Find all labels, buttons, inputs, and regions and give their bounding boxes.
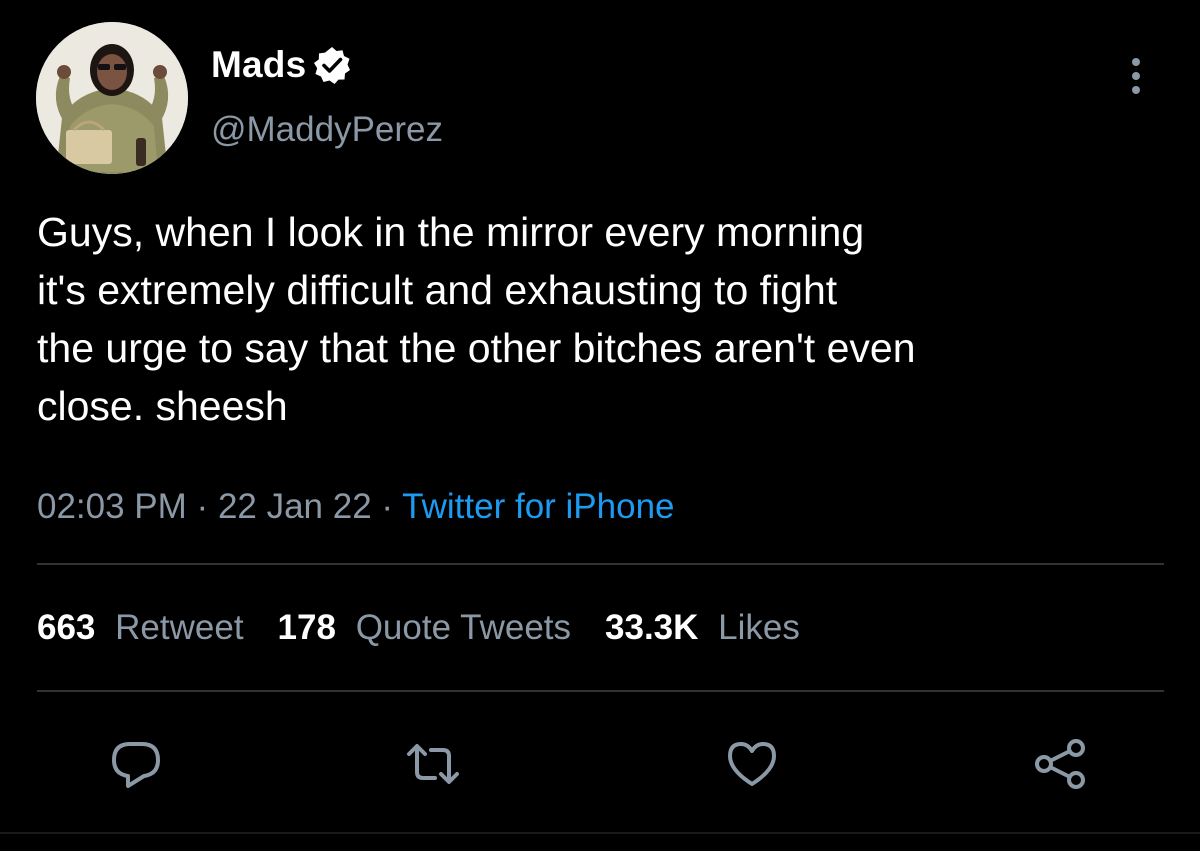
tweet-stats: 663 Retweet 178 Quote Tweets 33.3K Likes [37,608,834,648]
tweet-source-link[interactable]: Twitter for iPhone [402,487,674,526]
likes-label: Likes [718,608,800,647]
retweets-stat[interactable]: 663 Retweet [37,608,244,648]
tweet-time[interactable]: 02:03 PM [37,487,187,526]
retweet-button[interactable] [403,734,463,794]
retweet-icon [407,744,459,784]
avatar[interactable] [36,22,188,174]
share-button[interactable] [1030,734,1090,794]
tweet-text: Guys, when I look in the mirror every mo… [37,209,916,429]
quote-tweets-stat[interactable]: 178 Quote Tweets [278,608,571,648]
heart-icon [728,742,776,786]
meta-separator: · [381,487,394,526]
user-handle[interactable]: @MaddyPerez [211,110,443,150]
divider [37,563,1164,565]
retweets-count: 663 [37,608,96,647]
avatar-image [36,22,188,174]
likes-stat[interactable]: 33.3K Likes [605,608,800,648]
share-icon [1035,739,1085,789]
likes-count: 33.3K [605,608,699,647]
display-name[interactable]: Mads [211,44,306,86]
quote-tweets-label: Quote Tweets [355,608,572,647]
reply-icon [112,742,160,788]
divider [37,690,1164,692]
user-name-row[interactable]: Mads [211,42,352,88]
reply-button[interactable] [106,734,166,794]
meta-separator: · [196,487,209,526]
like-button[interactable] [722,734,782,794]
retweets-label: Retweet [115,608,244,647]
tweet-date[interactable]: 22 Jan 22 [218,487,372,526]
more-vertical-icon[interactable] [1126,56,1146,96]
verified-badge-icon [312,45,352,85]
tweet-meta: 02:03 PM · 22 Jan 22 · Twitter for iPhon… [37,487,675,527]
bottom-divider [0,832,1200,834]
quote-tweets-count: 178 [277,608,336,647]
